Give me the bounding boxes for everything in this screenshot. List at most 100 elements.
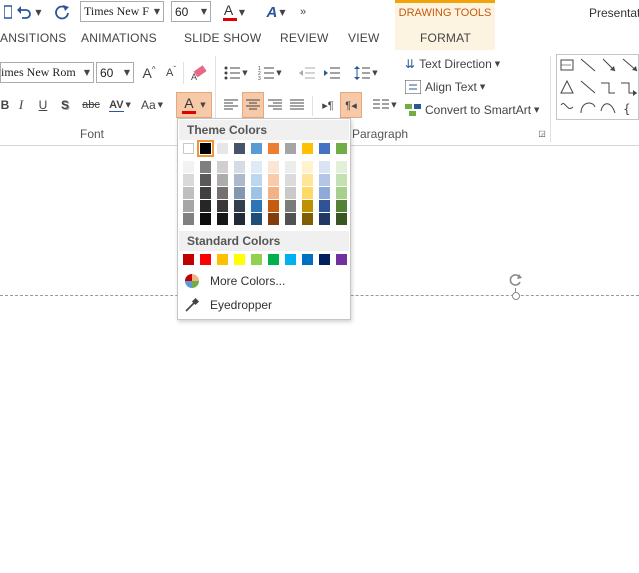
- theme-shade-swatch[interactable]: [200, 174, 211, 186]
- theme-shade-swatch[interactable]: [217, 174, 228, 186]
- grow-font-button[interactable]: A ^: [140, 63, 158, 83]
- theme-color-swatch[interactable]: [336, 143, 347, 154]
- tab-review[interactable]: REVIEW: [280, 31, 329, 45]
- decrease-indent-button[interactable]: [297, 62, 317, 84]
- theme-shade-swatch[interactable]: [285, 187, 296, 199]
- theme-shade-swatch[interactable]: [319, 174, 330, 186]
- convert-smartart-button[interactable]: Convert to SmartArt ▼: [405, 99, 550, 121]
- theme-shade-swatch[interactable]: [234, 187, 245, 199]
- clear-formatting-button[interactable]: A: [189, 62, 211, 84]
- theme-shade-swatch[interactable]: [319, 187, 330, 199]
- theme-shade-swatch[interactable]: [251, 161, 262, 173]
- font-size-combo[interactable]: 60 ▼: [96, 62, 134, 83]
- standard-color-swatch[interactable]: [285, 254, 296, 265]
- chevron-down-icon[interactable]: ▼: [391, 101, 396, 109]
- theme-shade-swatch[interactable]: [336, 161, 347, 173]
- resize-handle[interactable]: [512, 292, 520, 300]
- qat-font-name-combo[interactable]: Times New F ▼: [80, 1, 164, 22]
- qat-font-size-combo[interactable]: 60 ▼: [171, 1, 211, 22]
- theme-shade-swatch[interactable]: [285, 174, 296, 186]
- strikethrough-button[interactable]: abc: [80, 94, 102, 116]
- theme-shade-swatch[interactable]: [217, 200, 228, 212]
- right-to-left-button[interactable]: ¶◂: [340, 92, 362, 118]
- theme-shade-swatch[interactable]: [285, 200, 296, 212]
- theme-shade-swatch[interactable]: [234, 200, 245, 212]
- theme-shade-swatch[interactable]: [183, 161, 194, 173]
- theme-shade-swatch[interactable]: [217, 187, 228, 199]
- standard-color-swatch[interactable]: [336, 254, 347, 265]
- theme-shade-swatch[interactable]: [234, 174, 245, 186]
- rotate-handle-icon[interactable]: [508, 272, 524, 288]
- theme-shade-swatch[interactable]: [234, 161, 245, 173]
- standard-color-swatch[interactable]: [302, 254, 313, 265]
- theme-shade-swatch[interactable]: [336, 187, 347, 199]
- bullets-button[interactable]: ▼: [222, 62, 250, 84]
- theme-color-swatch[interactable]: [285, 143, 296, 154]
- chevron-down-icon[interactable]: ▼: [242, 69, 247, 77]
- standard-color-swatch[interactable]: [251, 254, 262, 265]
- theme-shade-swatch[interactable]: [285, 213, 296, 225]
- chevron-down-icon[interactable]: ▼: [480, 83, 485, 91]
- tab-view[interactable]: VIEW: [348, 31, 379, 45]
- undo-button[interactable]: ▼: [14, 2, 44, 22]
- increase-indent-button[interactable]: [322, 62, 342, 84]
- theme-shade-swatch[interactable]: [183, 174, 194, 186]
- italic-button[interactable]: I: [14, 94, 28, 116]
- theme-shade-swatch[interactable]: [302, 213, 313, 225]
- standard-color-swatch[interactable]: [200, 254, 211, 265]
- theme-shade-swatch[interactable]: [268, 200, 279, 212]
- theme-color-swatch[interactable]: [268, 143, 279, 154]
- justify-button[interactable]: [288, 94, 306, 116]
- standard-color-swatch[interactable]: [217, 254, 228, 265]
- qat-font-color-button[interactable]: A ▼: [220, 2, 248, 22]
- theme-shade-swatch[interactable]: [336, 174, 347, 186]
- theme-color-swatch[interactable]: [217, 143, 228, 154]
- text-shadow-button[interactable]: S: [58, 94, 72, 116]
- chevron-down-icon[interactable]: ▼: [239, 8, 245, 17]
- chevron-down-icon[interactable]: ▼: [279, 8, 285, 17]
- theme-shade-swatch[interactable]: [302, 187, 313, 199]
- eyedropper-item[interactable]: Eyedropper: [179, 294, 349, 316]
- text-direction-button[interactable]: ⇊ Text Direction ▼: [405, 53, 515, 75]
- chevron-down-icon[interactable]: ▼: [121, 68, 133, 77]
- chevron-down-icon[interactable]: ▼: [126, 101, 131, 109]
- theme-color-swatch[interactable]: [234, 143, 245, 154]
- theme-color-swatch[interactable]: [197, 140, 214, 157]
- change-case-button[interactable]: Aa ▼: [138, 94, 166, 116]
- character-spacing-button[interactable]: AV ▼: [106, 94, 134, 116]
- bold-button[interactable]: B: [0, 94, 10, 116]
- align-right-button[interactable]: [266, 94, 284, 116]
- redo-button[interactable]: [52, 2, 72, 22]
- theme-shade-swatch[interactable]: [302, 200, 313, 212]
- tab-slide-show[interactable]: SLIDE SHOW: [184, 31, 261, 45]
- chevron-down-icon[interactable]: ▼: [158, 101, 163, 109]
- chevron-down-icon[interactable]: ▼: [81, 68, 93, 77]
- theme-shade-swatch[interactable]: [200, 213, 211, 225]
- font-color-button[interactable]: A ▼: [176, 92, 212, 118]
- theme-color-swatch[interactable]: [319, 143, 330, 154]
- theme-shade-swatch[interactable]: [251, 213, 262, 225]
- left-to-right-button[interactable]: ▸¶: [318, 94, 338, 116]
- align-left-button[interactable]: [222, 94, 240, 116]
- theme-shade-swatch[interactable]: [200, 161, 211, 173]
- more-colors-item[interactable]: More Colors...: [179, 270, 349, 292]
- theme-shade-swatch[interactable]: [302, 174, 313, 186]
- standard-color-swatch[interactable]: [319, 254, 330, 265]
- tab-format[interactable]: FORMAT: [420, 31, 471, 45]
- theme-shade-swatch[interactable]: [268, 213, 279, 225]
- customize-qat-icon[interactable]: »: [296, 2, 310, 22]
- columns-button[interactable]: ▼: [370, 94, 400, 116]
- theme-shade-swatch[interactable]: [200, 200, 211, 212]
- theme-shade-swatch[interactable]: [319, 213, 330, 225]
- qat-text-effects-button[interactable]: A ▼: [262, 2, 290, 22]
- numbering-button[interactable]: 123 ▼: [255, 62, 285, 84]
- chevron-down-icon[interactable]: ▼: [198, 7, 210, 16]
- chevron-down-icon[interactable]: ▼: [35, 8, 41, 17]
- chevron-down-icon[interactable]: ▼: [534, 106, 539, 114]
- theme-shade-swatch[interactable]: [336, 200, 347, 212]
- standard-color-swatch[interactable]: [183, 254, 194, 265]
- theme-shade-swatch[interactable]: [217, 161, 228, 173]
- shrink-font-button[interactable]: Aˇ: [162, 63, 180, 83]
- chevron-down-icon[interactable]: ▼: [151, 7, 163, 16]
- tab-transitions[interactable]: ANSITIONS: [0, 31, 66, 45]
